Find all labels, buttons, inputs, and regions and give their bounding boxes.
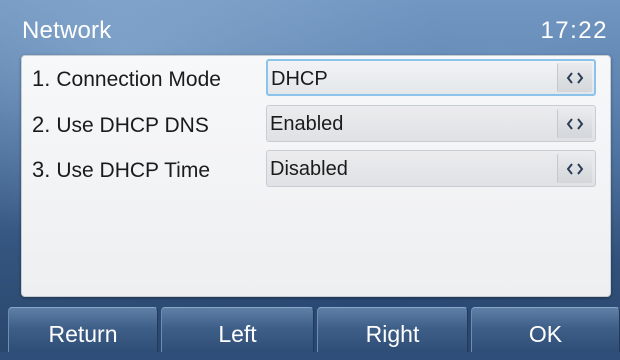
setting-label: 3. Use DHCP Time — [32, 157, 210, 183]
left-right-arrows-icon[interactable] — [557, 109, 592, 138]
setting-row-connection-mode[interactable]: 1. Connection Mode DHCP — [22, 59, 610, 99]
use-dhcp-time-select[interactable]: Disabled — [266, 150, 596, 187]
left-right-arrows-icon[interactable] — [557, 63, 592, 92]
select-value: Disabled — [270, 158, 348, 180]
setting-name: Use DHCP DNS — [56, 114, 209, 137]
right-softkey[interactable]: Right — [317, 307, 468, 352]
setting-label: 2. Use DHCP DNS — [32, 112, 209, 138]
phone-screen: Network 17:22 1. Connection Mode DHCP 2. U… — [0, 0, 620, 352]
setting-row-use-dhcp-dns[interactable]: 2. Use DHCP DNS Enabled — [22, 105, 610, 145]
setting-row-use-dhcp-time[interactable]: 3. Use DHCP Time Disabled — [22, 150, 610, 190]
select-value: DHCP — [271, 68, 328, 90]
setting-number: 2. — [32, 112, 51, 137]
ok-softkey[interactable]: OK — [471, 307, 620, 352]
setting-number: 1. — [32, 66, 51, 91]
title-bar: Network 17:22 — [0, 0, 620, 55]
return-softkey[interactable]: Return — [8, 307, 158, 352]
select-value: Enabled — [270, 113, 344, 135]
setting-name: Connection Mode — [56, 68, 221, 91]
softkey-bar: Return Left Right OK — [0, 307, 620, 352]
setting-number: 3. — [32, 157, 51, 182]
left-right-arrows-icon[interactable] — [557, 154, 592, 183]
clock: 17:22 — [540, 17, 608, 44]
page-title: Network — [22, 17, 112, 44]
left-softkey[interactable]: Left — [161, 307, 314, 352]
setting-name: Use DHCP Time — [56, 159, 211, 182]
settings-panel: 1. Connection Mode DHCP 2. Use DHCP DNS En… — [21, 55, 611, 297]
connection-mode-select[interactable]: DHCP — [266, 59, 596, 96]
setting-label: 1. Connection Mode — [32, 66, 221, 92]
use-dhcp-dns-select[interactable]: Enabled — [266, 105, 596, 142]
